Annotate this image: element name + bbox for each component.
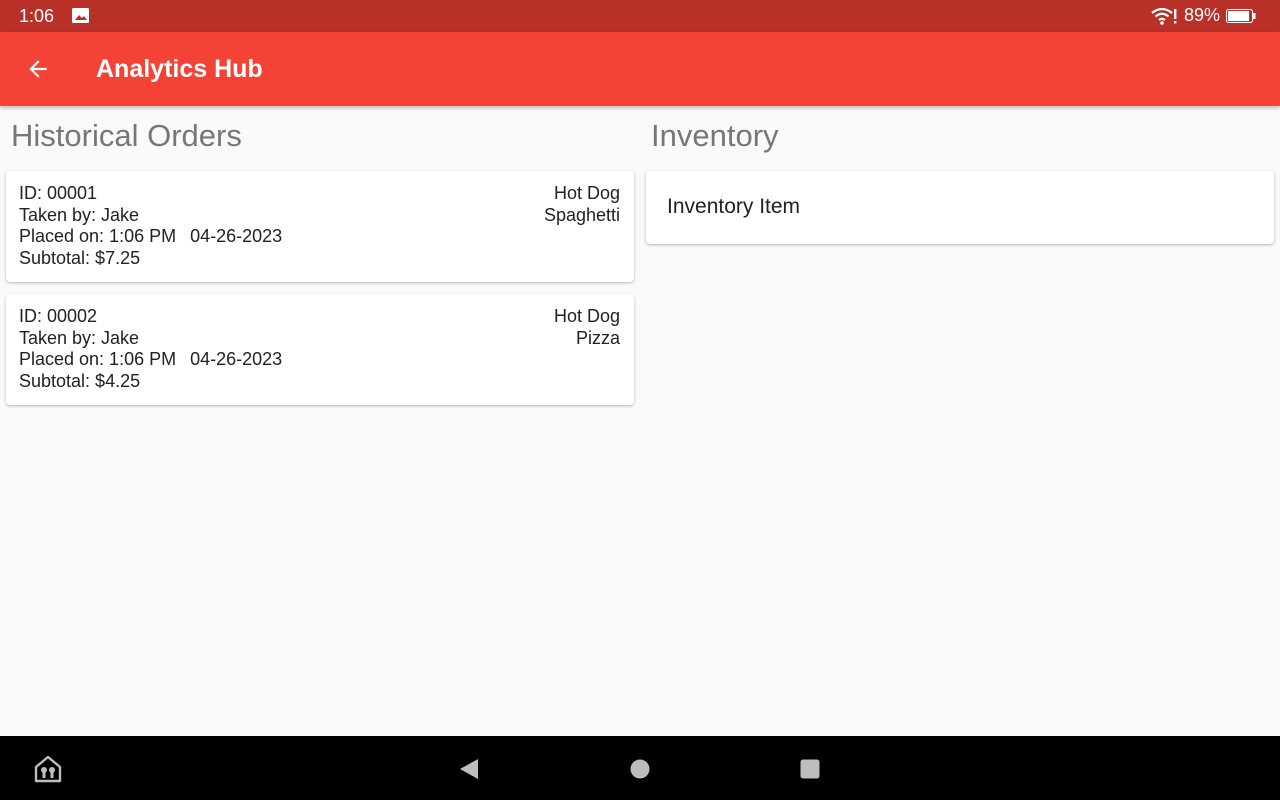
back-triangle-icon <box>460 759 478 779</box>
image-icon <box>72 8 89 23</box>
app-bar: Analytics Hub <box>0 32 1280 106</box>
order-details: ID: 00001 Taken by: Jake Placed on: 1:06… <box>19 183 282 269</box>
order-id: ID: 00001 <box>19 183 98 203</box>
nav-back-button[interactable] <box>455 755 483 783</box>
back-button[interactable] <box>18 49 58 89</box>
order-items: Hot Dog Pizza <box>554 306 620 349</box>
order-card[interactable]: ID: 00002 Taken by: Jake Placed on: 1:06… <box>6 294 634 405</box>
inventory-item-card[interactable]: Inventory Item <box>646 171 1274 244</box>
home-assistant-icon <box>34 755 62 783</box>
status-right-group: 89% <box>1150 5 1256 26</box>
system-nav-bar <box>0 736 1280 800</box>
order-placed-on: Placed on: 1:06 PM 04-26-2023 <box>19 349 282 371</box>
page-title: Analytics Hub <box>96 55 263 83</box>
order-subtotal: Subtotal: $7.25 <box>19 247 141 268</box>
home-circle-icon <box>630 759 650 779</box>
nav-recents-button[interactable] <box>796 755 824 783</box>
order-taken-by: Taken by: Jake <box>19 327 140 348</box>
order-date: 04-26-2023 <box>190 349 283 369</box>
wifi-alert-icon <box>1151 7 1177 25</box>
inventory-title: Inventory <box>651 118 779 153</box>
order-item: Hot Dog <box>553 306 620 326</box>
order-id: ID: 00002 <box>19 306 98 326</box>
historical-orders-title: Historical Orders <box>11 118 242 153</box>
order-details: ID: 00002 Taken by: Jake Placed on: 1:06… <box>19 306 282 392</box>
battery-percent: 89% <box>1183 5 1220 25</box>
inventory-item-label: Inventory Item <box>667 195 801 218</box>
order-card[interactable]: ID: 00001 Taken by: Jake Placed on: 1:06… <box>6 171 634 282</box>
order-placed-on: Placed on: 1:06 PM 04-26-2023 <box>19 226 282 248</box>
order-placed-time: Placed on: 1:06 PM <box>19 349 177 369</box>
order-placed-time: Placed on: 1:06 PM <box>19 226 177 246</box>
order-taken-by: Taken by: Jake <box>19 204 140 225</box>
status-bar: 1:06 89% <box>0 0 1280 32</box>
recents-square-icon <box>800 759 820 779</box>
nav-home-button[interactable] <box>626 755 654 783</box>
order-items: Hot Dog Spaghetti <box>544 183 620 226</box>
arrow-left-icon <box>29 60 47 78</box>
order-item: Spaghetti <box>543 204 620 225</box>
order-subtotal: Subtotal: $4.25 <box>19 370 141 391</box>
order-date: 04-26-2023 <box>190 226 283 246</box>
order-item: Pizza <box>575 327 620 348</box>
order-item: Hot Dog <box>553 183 620 203</box>
status-time: 1:06 <box>19 6 55 26</box>
home-assistant-button[interactable] <box>34 755 62 783</box>
battery-icon <box>1226 8 1256 23</box>
